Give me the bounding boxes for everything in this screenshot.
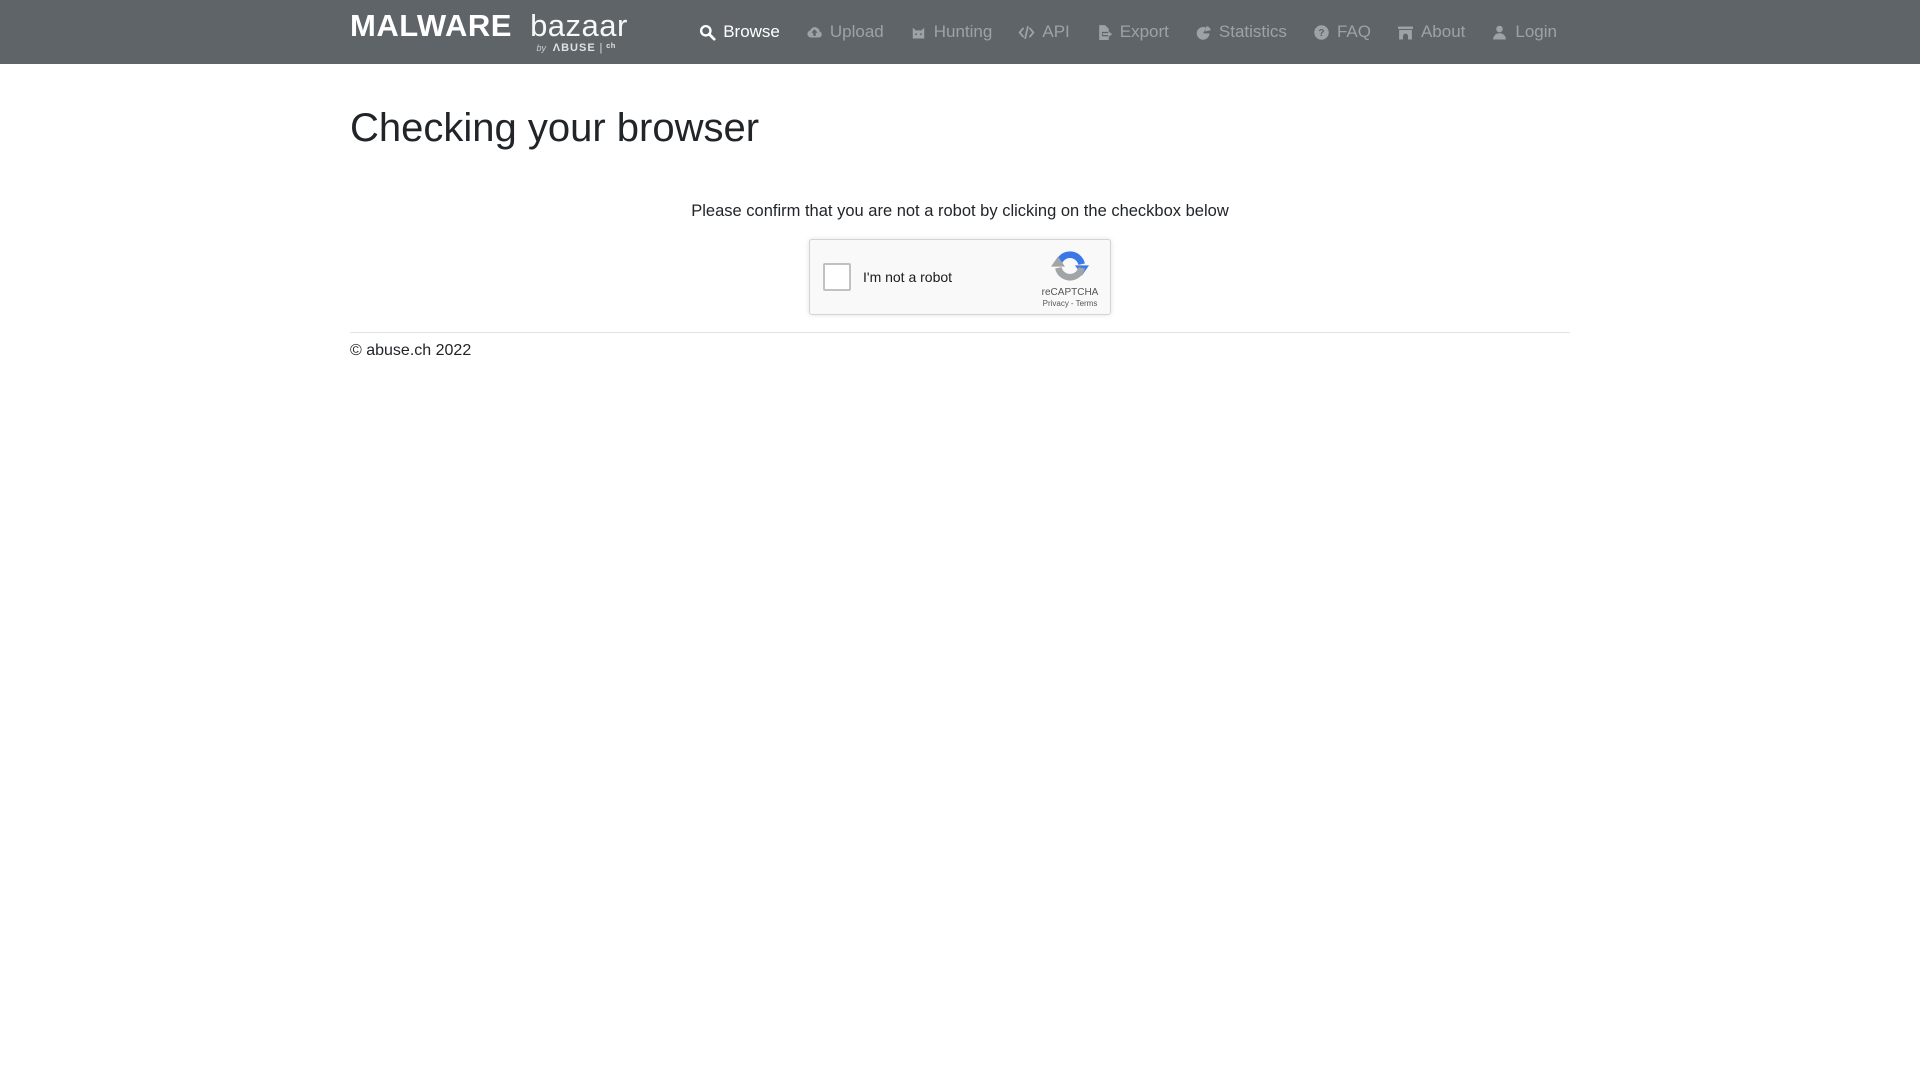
- nav-item-label: Statistics: [1219, 22, 1287, 42]
- nav-item-label: Browse: [723, 22, 780, 42]
- byline-brand: ΛBUSE: [553, 42, 596, 54]
- nav-item-label: Export: [1120, 22, 1169, 42]
- user-icon: [1491, 24, 1508, 41]
- recaptcha-privacy-link[interactable]: Privacy: [1043, 299, 1069, 308]
- nav-item-browse[interactable]: Browse: [686, 22, 793, 42]
- code-icon: [1018, 24, 1035, 41]
- cloud-upload-icon: [806, 24, 823, 41]
- pie-chart-icon: [1195, 24, 1212, 41]
- cat-icon: [910, 24, 927, 41]
- brand-byline: by ΛBUSE | ch: [536, 43, 615, 54]
- recaptcha-brand-text: reCAPTCHA: [1042, 287, 1099, 298]
- byline-by: by: [536, 43, 546, 53]
- recaptcha-widget: I'm not a robot reCAPTCHA Privacy-Terms: [809, 239, 1111, 315]
- nav-item-label: About: [1421, 22, 1465, 42]
- nav-item-login[interactable]: Login: [1478, 22, 1570, 42]
- nav-item-label: Upload: [830, 22, 884, 42]
- recaptcha-checkbox-label: I'm not a robot: [863, 269, 952, 285]
- brand-name-light: bazaar: [530, 8, 628, 43]
- brand-name-bold: MALWARE: [350, 8, 512, 43]
- main-nav: Browse Upload Hunting: [686, 22, 1570, 42]
- nav-item-about[interactable]: About: [1384, 22, 1478, 42]
- byline-separator: |: [598, 42, 603, 54]
- svg-text:?: ?: [1318, 28, 1324, 39]
- footer-copyright: © abuse.ch 2022: [350, 342, 1570, 360]
- search-icon: [699, 24, 716, 41]
- nav-item-label: FAQ: [1337, 22, 1371, 42]
- nav-item-statistics[interactable]: Statistics: [1182, 22, 1300, 42]
- nav-item-export[interactable]: Export: [1083, 22, 1182, 42]
- file-export-icon: [1096, 24, 1113, 41]
- footer-divider: [350, 332, 1570, 333]
- recaptcha-logo-icon: [1051, 247, 1089, 285]
- recaptcha-checkbox[interactable]: [823, 263, 851, 291]
- brand-name: MALWARE bazaar: [350, 10, 628, 41]
- recaptcha-links-separator: -: [1069, 299, 1076, 308]
- nav-item-hunting[interactable]: Hunting: [897, 22, 1006, 42]
- page-title: Checking your browser: [350, 104, 1570, 152]
- recaptcha-links: Privacy-Terms: [1043, 299, 1098, 308]
- nav-item-label: Hunting: [934, 22, 993, 42]
- brand-logo[interactable]: MALWARE bazaar by ΛBUSE | ch: [350, 10, 628, 54]
- byline-tld: ch: [606, 41, 616, 50]
- nav-item-faq[interactable]: ? FAQ: [1300, 22, 1384, 42]
- question-circle-icon: ?: [1313, 24, 1330, 41]
- nav-item-api[interactable]: API: [1005, 22, 1082, 42]
- nav-item-label: Login: [1515, 22, 1557, 42]
- main-content: Checking your browser Please confirm tha…: [350, 104, 1570, 360]
- recaptcha-terms-link[interactable]: Terms: [1076, 299, 1098, 308]
- navbar-container: MALWARE bazaar by ΛBUSE | ch Browse: [350, 10, 1570, 54]
- recaptcha-logo-block: reCAPTCHA Privacy-Terms: [1039, 247, 1101, 308]
- robot-instruction-text: Please confirm that you are not a robot …: [350, 202, 1570, 221]
- nav-item-label: API: [1042, 22, 1069, 42]
- top-navbar: MALWARE bazaar by ΛBUSE | ch Browse: [0, 0, 1920, 64]
- archway-icon: [1397, 24, 1414, 41]
- nav-item-upload[interactable]: Upload: [793, 22, 897, 42]
